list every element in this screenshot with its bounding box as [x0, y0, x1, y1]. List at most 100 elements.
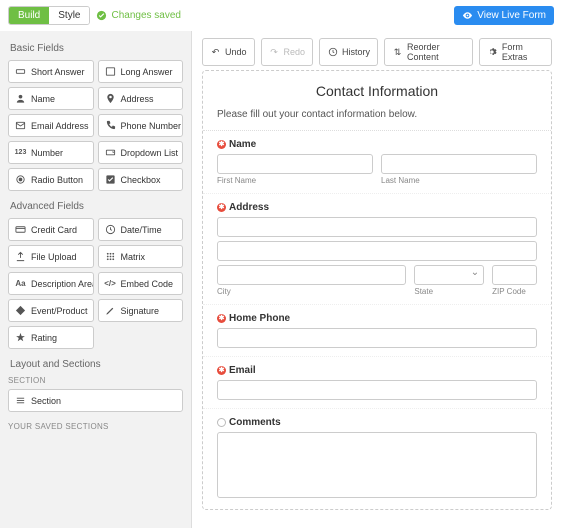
label: Redo [284, 47, 306, 57]
form-card[interactable]: Contact Information Please fill out your… [202, 70, 552, 510]
undo-icon: ↶ [210, 47, 221, 58]
state-select[interactable] [414, 265, 484, 285]
dropdown-icon [105, 147, 116, 158]
label: Embed Code [121, 279, 174, 289]
number-icon: 123 [15, 147, 26, 158]
view-live-label: View Live Form [477, 10, 546, 21]
field-event-product[interactable]: Event/Product [8, 299, 94, 322]
label: Short Answer [31, 67, 85, 77]
label: Reorder Content [407, 42, 465, 62]
basic-fields-grid: Short Answer Long Answer Name Address Em… [8, 60, 183, 191]
history-button[interactable]: History [319, 38, 378, 66]
radio-icon [15, 174, 26, 185]
city-input[interactable] [217, 265, 406, 285]
label: Email [229, 365, 256, 376]
label: Number [31, 148, 63, 158]
field-block-address[interactable]: ✱Address City State ZIP Code [203, 194, 551, 305]
star-icon [15, 332, 26, 343]
reorder-icon: ⇅ [392, 47, 403, 58]
form-header[interactable]: Contact Information Please fill out your… [203, 71, 551, 131]
address-line1-input[interactable] [217, 217, 537, 237]
redo-icon: ↷ [269, 47, 280, 58]
required-icon: ✱ [217, 140, 226, 149]
address-line2-input[interactable] [217, 241, 537, 261]
short-answer-icon [15, 66, 26, 77]
sidebar: Basic Fields Short Answer Long Answer Na… [0, 31, 192, 528]
field-description[interactable]: AaDescription Area [8, 272, 94, 295]
section-item[interactable]: Section [8, 389, 183, 412]
field-signature[interactable]: Signature [98, 299, 184, 322]
gear-icon [487, 47, 498, 58]
label: Checkbox [121, 175, 161, 185]
field-address[interactable]: Address [98, 87, 184, 110]
label: Rating [31, 333, 57, 343]
field-rating[interactable]: Rating [8, 326, 94, 349]
check-icon [96, 10, 107, 21]
required-icon: ✱ [217, 203, 226, 212]
label: Comments [229, 417, 281, 428]
zip-input[interactable] [492, 265, 537, 285]
card-icon [15, 224, 26, 235]
label: Name [31, 94, 55, 104]
field-dropdown[interactable]: Dropdown List [98, 141, 184, 164]
reorder-button[interactable]: ⇅ Reorder Content [384, 38, 473, 66]
label: Email Address [31, 121, 89, 131]
upload-icon [15, 251, 26, 262]
field-block-comments[interactable]: Comments [203, 409, 551, 509]
field-email[interactable]: Email Address [8, 114, 94, 137]
label: Phone Number [121, 121, 182, 131]
last-name-input[interactable] [381, 154, 537, 174]
tab-style[interactable]: Style [49, 7, 89, 24]
field-matrix[interactable]: Matrix [98, 245, 184, 268]
field-credit-card[interactable]: Credit Card [8, 218, 94, 241]
tab-build[interactable]: Build [9, 7, 49, 24]
label: Dropdown List [121, 148, 179, 158]
email-input[interactable] [217, 380, 537, 400]
field-block-name[interactable]: ✱Name First Name Last Name [203, 131, 551, 194]
field-datetime[interactable]: Date/Time [98, 218, 184, 241]
save-status: Changes saved [96, 10, 181, 21]
field-file-upload[interactable]: File Upload [8, 245, 94, 268]
redo-button[interactable]: ↷ Redo [261, 38, 314, 66]
topbar: Build Style Changes saved View Live Form [0, 0, 562, 31]
first-name-input[interactable] [217, 154, 373, 174]
field-name[interactable]: Name [8, 87, 94, 110]
advanced-fields-grid: Credit Card Date/Time File Upload Matrix… [8, 218, 183, 349]
label: Address [121, 94, 154, 104]
first-name-sublabel: First Name [217, 176, 373, 185]
label: File Upload [31, 252, 77, 262]
field-embed[interactable]: </>Embed Code [98, 272, 184, 295]
label: Undo [225, 47, 247, 57]
zip-sublabel: ZIP Code [492, 287, 537, 296]
field-short-answer[interactable]: Short Answer [8, 60, 94, 83]
checkbox-icon [105, 174, 116, 185]
layout-heading: Layout and Sections [10, 359, 183, 370]
field-phone[interactable]: Phone Number [98, 114, 184, 137]
pen-icon [105, 305, 116, 316]
pin-icon [105, 93, 116, 104]
form-scroll[interactable]: Contact Information Please fill out your… [192, 70, 562, 528]
field-block-email[interactable]: ✱Email [203, 357, 551, 409]
label: Radio Button [31, 175, 83, 185]
phone-input[interactable] [217, 328, 537, 348]
extras-button[interactable]: Form Extras [479, 38, 552, 66]
view-live-button[interactable]: View Live Form [454, 6, 554, 25]
undo-button[interactable]: ↶ Undo [202, 38, 255, 66]
label: Date/Time [121, 225, 162, 235]
field-radio[interactable]: Radio Button [8, 168, 94, 191]
label: Matrix [121, 252, 146, 262]
form-title: Contact Information [217, 83, 537, 99]
field-long-answer[interactable]: Long Answer [98, 60, 184, 83]
tag-icon [15, 305, 26, 316]
saved-sections-subheading: YOUR SAVED SECTIONS [8, 422, 183, 431]
mail-icon [15, 120, 26, 131]
field-checkbox[interactable]: Checkbox [98, 168, 184, 191]
comments-textarea[interactable] [217, 432, 537, 498]
field-block-phone[interactable]: ✱Home Phone [203, 305, 551, 357]
field-number[interactable]: 123 Number [8, 141, 94, 164]
basic-fields-heading: Basic Fields [10, 43, 183, 54]
form-instructions: Please fill out your contact information… [217, 109, 537, 120]
label: Event/Product [31, 306, 88, 316]
person-icon [15, 93, 26, 104]
state-sublabel: State [414, 287, 484, 296]
